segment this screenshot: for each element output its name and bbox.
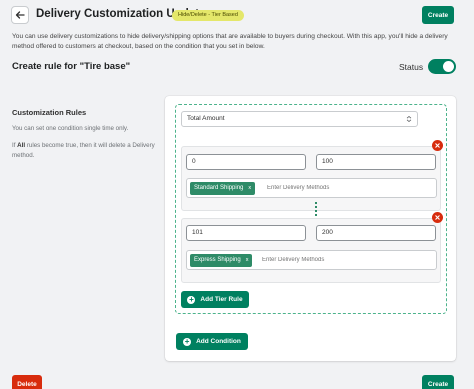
tier-2-min-input[interactable]: 101: [186, 225, 306, 241]
remove-tier-1-button[interactable]: [432, 140, 443, 151]
add-tier-rule-button[interactable]: + Add Tier Rule: [181, 291, 249, 308]
method-tag-label: Standard Shipping: [194, 185, 244, 191]
plus-icon: +: [187, 294, 196, 304]
method-tag: Standard Shipping x: [190, 182, 256, 195]
status-badge: Hide/Delete - Tier Based: [172, 10, 244, 21]
tier-separator: [315, 202, 317, 216]
close-icon: [435, 143, 440, 148]
help-2-suffix: rules become true, then it will delete a…: [12, 142, 155, 159]
status-label: Status: [399, 62, 424, 72]
delivery-methods-input[interactable]: [267, 182, 427, 195]
rule-title: Create rule for "Tire base": [12, 61, 131, 72]
delivery-methods-input[interactable]: [262, 254, 427, 267]
tier-1-max-input[interactable]: 100: [316, 154, 436, 170]
close-icon: [435, 215, 440, 220]
status-toggle[interactable]: [428, 59, 456, 74]
remove-tag-x[interactable]: x: [246, 257, 249, 263]
tier-1-methods-field[interactable]: Standard Shipping x: [186, 178, 437, 198]
section-title: Customization Rules: [12, 108, 87, 117]
tier-1-min-input[interactable]: 0: [186, 154, 306, 170]
delete-button[interactable]: Delete: [12, 375, 42, 389]
tier-2-methods-field[interactable]: Express Shipping x: [186, 250, 437, 270]
arrow-left-icon: [15, 11, 25, 19]
plus-icon: +: [183, 336, 192, 346]
method-tag-label: Express Shipping: [194, 257, 241, 263]
remove-tag-x[interactable]: x: [248, 185, 251, 191]
remove-tier-2-button[interactable]: [432, 212, 443, 223]
add-tier-label: Add Tier Rule: [200, 296, 243, 303]
add-condition-label: Add Condition: [196, 338, 241, 345]
section-help-2: If All rules become true, then it will d…: [12, 141, 164, 161]
tier-rule-2: 101 200 Express Shipping x: [181, 218, 441, 283]
method-tag: Express Shipping x: [190, 254, 253, 267]
condition-select-value: Total Amount: [187, 115, 225, 122]
tier-2-max-input[interactable]: 200: [316, 225, 436, 241]
create-button-top[interactable]: Create: [422, 6, 454, 24]
page-description: You can use delivery customizations to h…: [12, 33, 448, 50]
add-condition-button[interactable]: + Add Condition: [176, 333, 248, 350]
create-button-bottom[interactable]: Create: [422, 375, 454, 389]
select-caret-icon: [406, 116, 412, 122]
tier-rule-1: 0 100 Standard Shipping x: [181, 146, 441, 211]
help-2-bold: All: [17, 142, 26, 149]
page-header: Delivery Customization Update Hide/Delet…: [0, 0, 474, 32]
section-help-1: You can set one condition single time on…: [12, 125, 129, 132]
back-button[interactable]: [11, 6, 29, 24]
condition-select[interactable]: Total Amount: [181, 111, 418, 127]
